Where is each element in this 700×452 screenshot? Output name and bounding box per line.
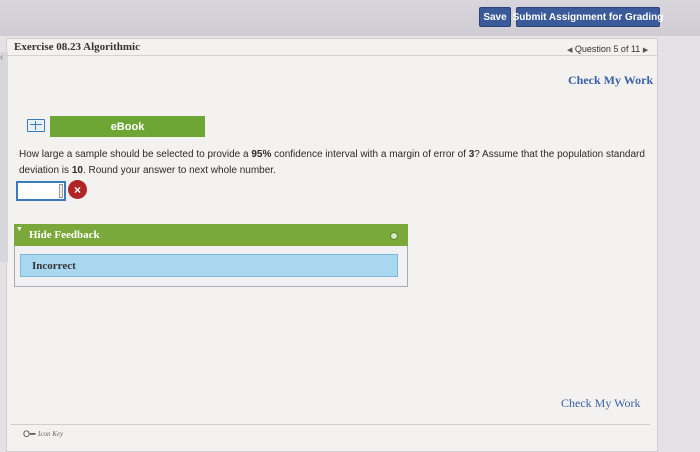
ebook-button[interactable]: eBook [50, 116, 205, 137]
footer-divider [10, 424, 650, 425]
left-scroll-strip [0, 52, 8, 262]
feedback-result-bar [20, 254, 398, 277]
caret-down-icon: ▼ [16, 226, 23, 233]
check-my-work-link-top[interactable]: Check My Work [568, 73, 653, 88]
key-icon[interactable]: O━ [23, 429, 35, 440]
question-navigator: ◀ Question 5 of 11 ▶ [567, 44, 648, 54]
submit-assignment-button[interactable]: Submit Assignment for Grading [513, 7, 663, 27]
feedback-result-text: Incorrect [32, 260, 76, 272]
check-my-work-link-bottom[interactable]: Check My Work [561, 396, 640, 411]
exercise-title: Exercise 08.23 Algorithmic [14, 41, 140, 53]
close-icon[interactable] [390, 232, 398, 240]
question-nav-label: Question 5 of 11 [574, 44, 641, 54]
book-icon[interactable] [27, 119, 45, 132]
input-caret [59, 184, 63, 198]
chevron-up-icon[interactable]: ‹ [0, 52, 3, 63]
hide-feedback-toggle[interactable]: Hide Feedback [29, 229, 100, 241]
save-button[interactable]: Save [479, 7, 511, 27]
triangle-right-icon[interactable]: ▶ [643, 47, 648, 54]
triangle-left-icon[interactable]: ◀ [567, 47, 572, 54]
icon-key-link[interactable]: Icon Key [38, 430, 63, 438]
question-text: How large a sample should be selected to… [19, 149, 645, 176]
incorrect-x-icon: × [68, 180, 87, 199]
